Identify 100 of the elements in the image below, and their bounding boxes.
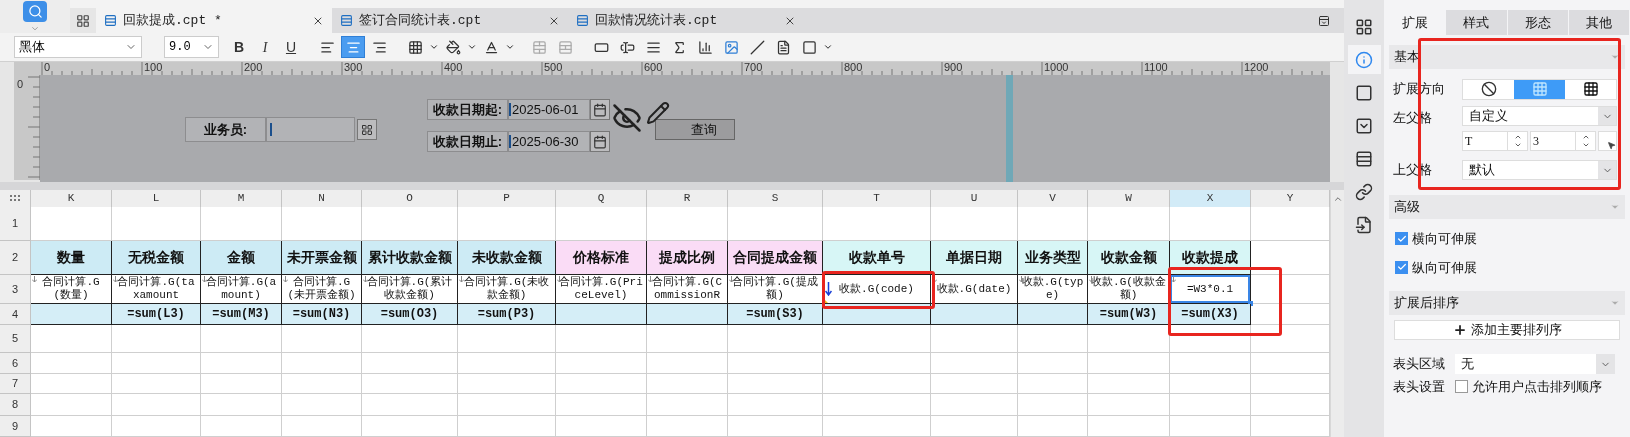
decrement-icon[interactable] (1581, 141, 1590, 149)
table-cell[interactable]: 收款.G(code) (823, 275, 931, 304)
scrollbar[interactable] (1330, 190, 1344, 437)
table-cell[interactable] (31, 304, 112, 325)
decrement-icon[interactable] (1513, 141, 1522, 149)
font-select[interactable]: 黑体 (14, 36, 142, 58)
top-parent-select[interactable]: 默认 (1462, 160, 1617, 180)
column-header[interactable]: P (458, 190, 556, 208)
left-parent-select[interactable]: 自定义 (1462, 106, 1617, 126)
table-cell[interactable]: =sum(N3) (282, 304, 362, 325)
table-cell[interactable]: =sum(M3) (201, 304, 282, 325)
caret-icon[interactable] (467, 42, 477, 52)
header-cell[interactable]: 累计收款金额 (362, 241, 458, 275)
caret-icon[interactable] (823, 42, 833, 52)
row-header[interactable]: 2 (0, 241, 31, 275)
section-header[interactable]: 高级 (1389, 195, 1625, 219)
cell-info-icon[interactable] (1347, 45, 1381, 74)
column-header[interactable]: M (201, 190, 282, 208)
column-header[interactable]: N (282, 190, 362, 208)
row-header[interactable]: 6 (0, 353, 31, 374)
column-header[interactable]: Q (556, 190, 647, 208)
calendar-icon[interactable] (590, 99, 610, 120)
header-cell[interactable]: 提成比例 (647, 241, 728, 275)
header-cell[interactable]: 合同提成金额 (728, 241, 823, 275)
table-cell[interactable]: =sum(X3) (1170, 304, 1251, 325)
spinner-field[interactable]: 3 (1530, 131, 1596, 151)
table-cell[interactable]: 合同计算.G(PriceLevel) (556, 275, 647, 304)
splitter-bar[interactable] (1006, 75, 1013, 182)
table-cell[interactable]: =sum(O3) (362, 304, 458, 325)
format-button[interactable]: U (279, 36, 303, 58)
header-cell[interactable]: 无税金额 (112, 241, 201, 275)
table-cell[interactable]: =sum(S3) (728, 304, 823, 325)
table-cell[interactable]: 合同计算.G(累计收款金额) (362, 275, 458, 304)
query-button[interactable]: 查询 (655, 119, 735, 140)
column-header[interactable]: L (112, 190, 201, 208)
calendar-icon[interactable] (590, 131, 610, 152)
checkbox[interactable] (1455, 380, 1468, 394)
table-cell[interactable] (647, 304, 728, 325)
property-tab[interactable]: 形态 (1507, 10, 1568, 35)
property-tab[interactable]: 样式 (1446, 10, 1507, 35)
header-cell[interactable]: 收款金额 (1088, 241, 1170, 275)
font-size-select[interactable]: 9.0 (164, 36, 219, 58)
search-icon[interactable] (23, 1, 47, 22)
column-header[interactable]: Y (1251, 190, 1330, 208)
header-cell[interactable]: 单据日期 (931, 241, 1018, 275)
spinner-field[interactable]: T (1462, 131, 1528, 151)
table-cell[interactable]: 收款.G(date) (931, 275, 1018, 304)
file-tab[interactable]: 回款提成.cpt * (96, 8, 332, 33)
checkbox[interactable] (1395, 260, 1408, 274)
column-header[interactable]: T (823, 190, 931, 208)
table-cell[interactable]: =sum(L3) (112, 304, 201, 325)
header-cell[interactable]: 价格标准 (556, 241, 647, 275)
column-header[interactable]: W (1088, 190, 1170, 208)
column-header[interactable]: O (362, 190, 458, 208)
table-cell[interactable]: 合同计算.G(CommissionR (647, 275, 728, 304)
column-header[interactable]: K (31, 190, 112, 208)
date-field[interactable]: 2025-06-01 (508, 99, 590, 120)
format-button[interactable]: I (253, 36, 277, 58)
add-sort-button[interactable]: 添加主要排列序 (1394, 320, 1620, 340)
table-cell[interactable] (556, 304, 647, 325)
column-header[interactable]: S (728, 190, 823, 208)
checkbox[interactable] (1395, 232, 1408, 246)
header-cell[interactable]: 未开票金额 (282, 241, 362, 275)
header-area-select[interactable]: 无 (1455, 354, 1615, 374)
table-cell[interactable]: =sum(P3) (458, 304, 556, 325)
scroll-up-icon[interactable] (1332, 194, 1343, 204)
row-header[interactable]: 1 (0, 207, 31, 241)
row-header[interactable]: 7 (0, 374, 31, 394)
property-tab[interactable]: 其他 (1568, 10, 1629, 35)
header-cell[interactable]: 数量 (31, 241, 112, 275)
row-header[interactable]: 4 (0, 304, 31, 325)
table-cell[interactable]: 合同计算.G(提成额) (728, 275, 823, 304)
column-header[interactable]: X (1170, 190, 1251, 208)
column-header[interactable]: U (931, 190, 1018, 208)
select-all-corner[interactable] (0, 190, 31, 208)
table-cell[interactable] (931, 304, 1018, 325)
header-cell[interactable]: 未收款金额 (458, 241, 556, 275)
format-button[interactable]: B (227, 36, 251, 58)
table-cell[interactable]: 合同计算.G(未收款金额) (458, 275, 556, 304)
table-cell[interactable]: 收款.G(收款金额) (1088, 275, 1170, 304)
table-cell[interactable]: =W3*0.1 (1170, 275, 1251, 304)
row-header[interactable]: 3 (0, 275, 31, 304)
new-tab-icon[interactable] (70, 8, 96, 33)
column-header[interactable]: R (647, 190, 728, 208)
date-field[interactable]: 2025-06-30 (508, 131, 590, 152)
table-cell[interactable]: 合同计算.G(amount) (201, 275, 282, 304)
picker-icon[interactable] (357, 119, 377, 140)
section-header[interactable]: 扩展后排序 (1389, 291, 1625, 315)
table-cell[interactable]: 合同计算.G(未开票金额) (282, 275, 362, 304)
increment-icon[interactable] (1513, 133, 1522, 141)
header-cell[interactable]: 业务类型 (1018, 241, 1088, 275)
column-header[interactable]: V (1018, 190, 1088, 208)
row-header[interactable]: 5 (0, 325, 31, 353)
cell-pick-button[interactable] (1598, 131, 1617, 151)
caret-icon[interactable] (505, 42, 515, 52)
increment-icon[interactable] (1581, 133, 1590, 141)
table-cell[interactable]: 合同计算.G(数量) (31, 275, 112, 304)
row-header[interactable]: 9 (0, 416, 31, 437)
row-header[interactable]: 8 (0, 394, 31, 416)
header-cell[interactable]: 金额 (201, 241, 282, 275)
